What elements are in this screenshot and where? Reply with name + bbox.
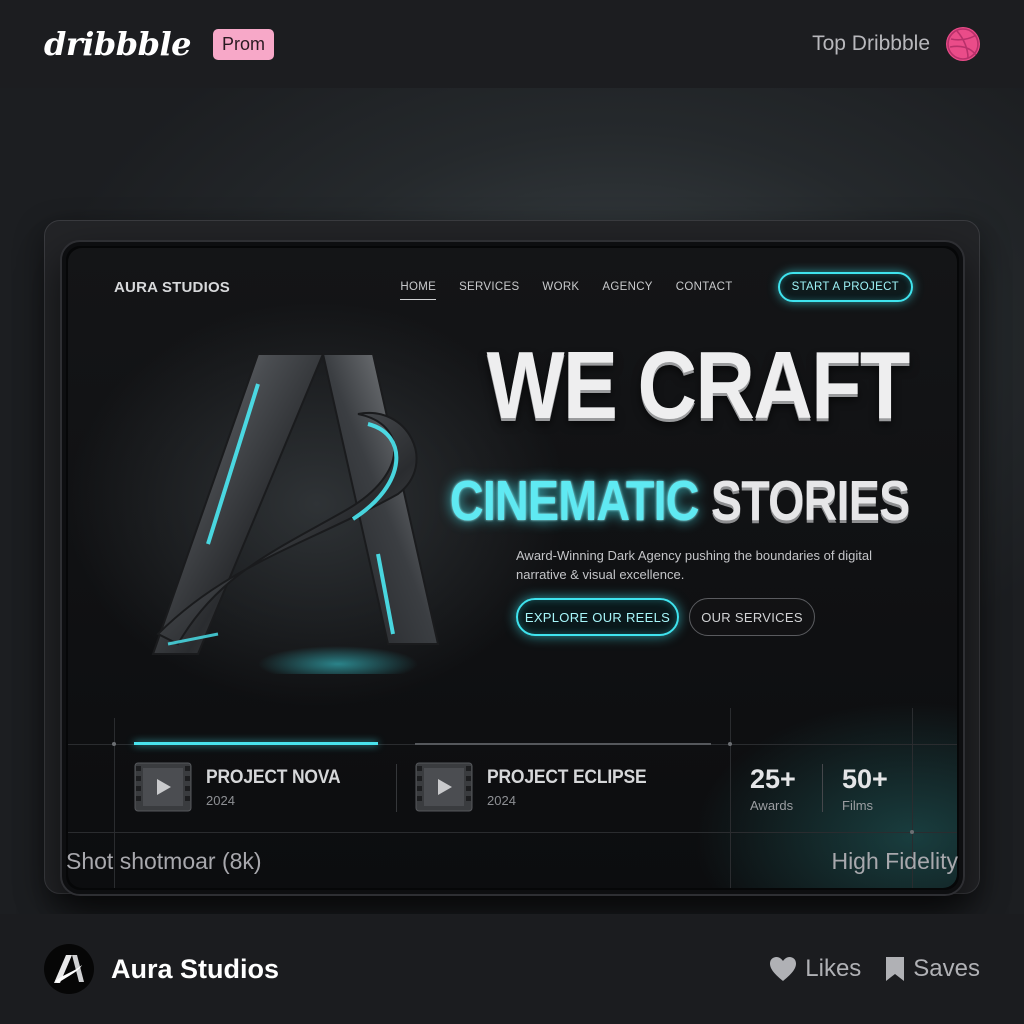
grid-line bbox=[730, 708, 731, 888]
project-progress-inactive bbox=[415, 743, 711, 745]
likes-label: Likes bbox=[805, 955, 862, 982]
top-bar: dribbble Prom Top Dribbble bbox=[0, 0, 1024, 88]
shot-caption-left: Shot shotmoar (8k) bbox=[66, 848, 262, 874]
prom-badge: Prom bbox=[213, 28, 275, 60]
grid-dot bbox=[910, 830, 914, 834]
saves-button[interactable]: Saves bbox=[885, 955, 980, 983]
topbar-right: Top Dribbble bbox=[812, 27, 980, 61]
subhead-accent: CINEMATIC bbox=[449, 469, 699, 533]
bookmark-icon bbox=[886, 957, 905, 981]
nav-links: HOME SERVICES WORK AGENCY CONTACT START … bbox=[400, 272, 913, 302]
film-play-icon bbox=[134, 762, 192, 812]
footer-actions: Likes Saves bbox=[769, 955, 980, 983]
top-dribbble-label[interactable]: Top Dribbble bbox=[812, 32, 930, 56]
project-card-eclipse[interactable]: PROJECT ECLIPSE 2024 bbox=[415, 762, 660, 812]
grid-dot bbox=[728, 742, 732, 746]
project-name: PROJECT ECLIPSE bbox=[487, 766, 647, 788]
film-play-icon bbox=[415, 762, 473, 812]
stat-value: 25+ bbox=[750, 764, 796, 794]
project-text: PROJECT NOVA 2024 bbox=[206, 767, 352, 808]
explore-reels-button[interactable]: EXPLORE OUR REELS bbox=[516, 598, 679, 636]
hero-headline: WE CRAFT bbox=[487, 332, 911, 439]
aura-avatar-icon bbox=[54, 955, 84, 983]
nav-contact[interactable]: CONTACT bbox=[676, 281, 733, 293]
project-progress-active bbox=[134, 742, 378, 745]
stat-label: Awards bbox=[750, 798, 794, 813]
strip-divider-bottom bbox=[68, 832, 957, 833]
project-year: 2024 bbox=[206, 792, 235, 808]
project-name: PROJECT NOVA bbox=[206, 766, 341, 788]
aura-a-logo-icon bbox=[151, 353, 440, 674]
author-name[interactable]: Aura Studios bbox=[111, 954, 279, 985]
heart-icon bbox=[770, 957, 797, 981]
stat-awards: 25+ Awards bbox=[750, 764, 796, 813]
avatar[interactable] bbox=[44, 944, 94, 994]
stat-value: 50+ bbox=[842, 764, 888, 794]
shot-footer: Aura Studios Likes Saves bbox=[0, 914, 1024, 1024]
stat-separator bbox=[822, 764, 823, 812]
website-screen: AURA STUDIOS HOME SERVICES WORK AGENCY C… bbox=[68, 248, 957, 888]
subhead-rest: STORIES bbox=[710, 469, 909, 533]
project-text: PROJECT ECLIPSE 2024 bbox=[487, 767, 660, 808]
nav-agency[interactable]: AGENCY bbox=[602, 281, 652, 293]
dribbble-ball-icon[interactable] bbox=[946, 27, 980, 61]
likes-button[interactable]: Likes bbox=[769, 955, 861, 983]
hero-description: Award-Winning Dark Agency pushing the bo… bbox=[516, 548, 873, 582]
nav-home[interactable]: HOME bbox=[400, 281, 436, 300]
project-separator bbox=[396, 764, 397, 812]
project-card-nova[interactable]: PROJECT NOVA 2024 bbox=[134, 762, 352, 812]
stat-label: Films bbox=[842, 798, 874, 813]
nav-services[interactable]: SERVICES bbox=[459, 281, 519, 293]
saves-label: Saves bbox=[913, 955, 980, 982]
dribbble-logo[interactable]: dribbble bbox=[44, 25, 192, 63]
hero-subheadline: CINEMATIC STORIES bbox=[449, 473, 909, 530]
shot-stage: AURA STUDIOS HOME SERVICES WORK AGENCY C… bbox=[0, 88, 1024, 914]
website-mockup[interactable]: AURA STUDIOS HOME SERVICES WORK AGENCY C… bbox=[60, 240, 965, 896]
grid-dot bbox=[112, 742, 116, 746]
shot-caption-right: High Fidelity bbox=[831, 848, 958, 874]
site-brand[interactable]: AURA STUDIOS bbox=[114, 279, 230, 296]
nav-work[interactable]: WORK bbox=[542, 281, 579, 293]
start-project-button[interactable]: START A PROJECT bbox=[777, 272, 913, 302]
project-year: 2024 bbox=[487, 792, 516, 808]
stat-films: 50+ Films bbox=[842, 764, 888, 813]
our-services-button[interactable]: OUR SERVICES bbox=[689, 598, 815, 636]
site-nav: AURA STUDIOS HOME SERVICES WORK AGENCY C… bbox=[114, 270, 913, 304]
